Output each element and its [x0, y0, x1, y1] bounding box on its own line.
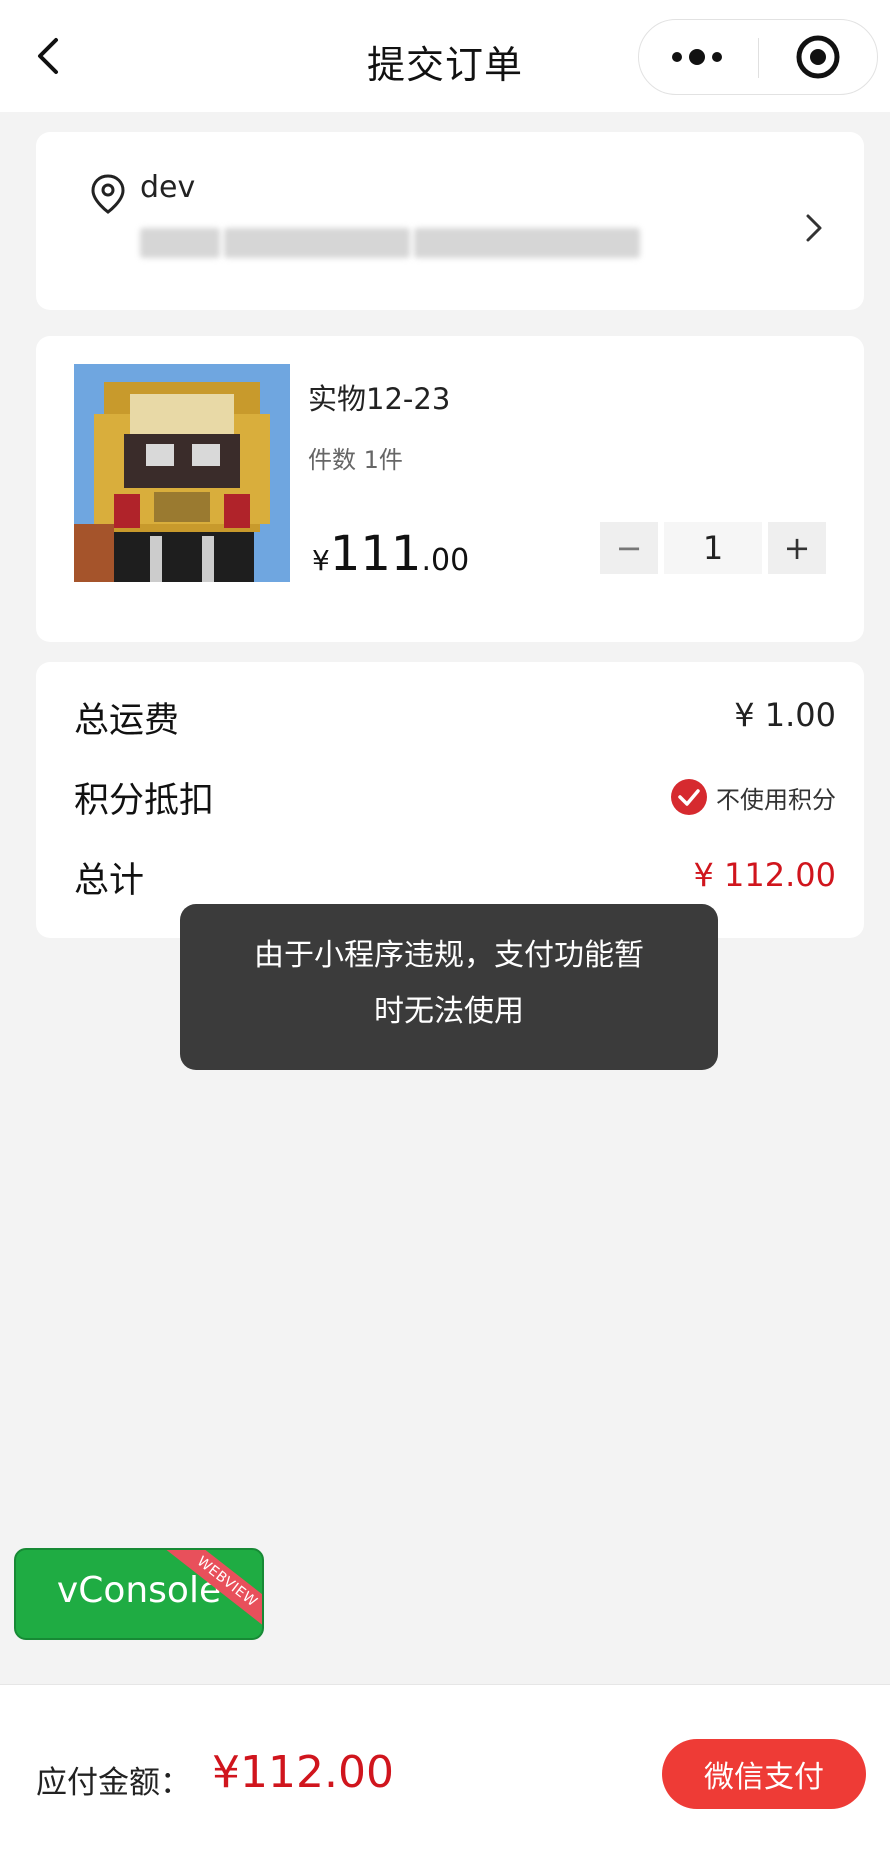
nav-header: 提交订单 — [0, 0, 890, 112]
total-value: ¥ 112.00 — [693, 856, 837, 894]
product-count: 件数 1件 — [308, 446, 403, 474]
target-close-icon — [796, 35, 840, 79]
address-name: dev — [140, 170, 196, 205]
points-option-label: 不使用积分 — [716, 785, 836, 814]
summary-card: 总运费 ¥ 1.00 积分抵扣 不使用积分 总计 ¥ 112.00 — [36, 662, 864, 938]
product-card: 实物12-23 件数 1件 ¥111.00 − 1 + — [36, 336, 864, 642]
product-name: 实物12-23 — [308, 382, 451, 416]
close-button[interactable] — [759, 20, 877, 94]
check-circle-icon — [671, 779, 707, 815]
mini-program-capsule — [638, 19, 878, 95]
pay-amount-value: ¥112.00 — [212, 1747, 394, 1798]
shipping-value: ¥ 1.00 — [734, 696, 836, 734]
shipping-label: 总运费 — [74, 701, 180, 741]
price-integer: 111 — [329, 526, 422, 582]
points-row: 积分抵扣 不使用积分 — [74, 772, 836, 822]
wechat-pay-button[interactable]: 微信支付 — [662, 1739, 866, 1809]
location-pin-icon — [91, 174, 125, 214]
more-button[interactable] — [639, 20, 759, 94]
price-decimal: .00 — [421, 543, 470, 578]
toast-line-1: 由于小程序违规，支付功能暂 — [254, 938, 644, 973]
product-image[interactable] — [74, 364, 290, 582]
points-option[interactable]: 不使用积分 — [670, 778, 836, 816]
product-price: ¥111.00 — [312, 526, 469, 582]
more-dots-icon — [672, 49, 722, 65]
decrease-button[interactable]: − — [600, 522, 658, 574]
order-page: 提交订单 dev 实物12-23 件数 1件 ¥111.00 − 1 + 总运费… — [0, 0, 890, 1854]
pay-amount-label: 应付金额： — [36, 1765, 191, 1801]
vconsole-button[interactable]: vConsole WEBVIEW — [14, 1548, 264, 1640]
total-row: 总计 ¥ 112.00 — [74, 852, 836, 902]
price-symbol: ¥ — [312, 544, 330, 577]
payment-footer: 应付金额： ¥112.00 微信支付 — [0, 1684, 890, 1854]
shipping-row: 总运费 ¥ 1.00 — [74, 692, 836, 742]
quantity-value[interactable]: 1 — [664, 522, 762, 574]
toast-message: 由于小程序违规，支付功能暂 时无法使用 — [180, 904, 718, 1070]
product-thumbnail — [74, 364, 290, 582]
points-label: 积分抵扣 — [74, 781, 215, 821]
chevron-right-icon — [806, 214, 822, 242]
address-detail-redacted — [140, 228, 644, 262]
increase-button[interactable]: + — [768, 522, 826, 574]
toast-line-2: 时无法使用 — [374, 994, 524, 1029]
quantity-stepper: − 1 + — [600, 522, 834, 574]
total-label: 总计 — [74, 861, 145, 901]
address-card[interactable]: dev — [36, 132, 864, 310]
